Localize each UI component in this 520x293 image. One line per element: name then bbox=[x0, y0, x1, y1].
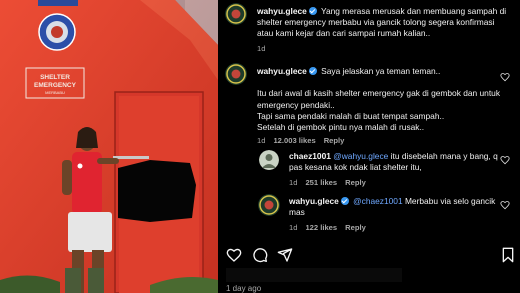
comment-likes[interactable]: 122 likes bbox=[305, 223, 337, 232]
comment-mention[interactable]: @wahyu.glece bbox=[333, 151, 388, 161]
comment-time: 1d bbox=[289, 178, 298, 188]
comment-time: 1d bbox=[257, 136, 266, 146]
comment-body: wahyu.glece Yang merasa merusak dan memb… bbox=[257, 6, 507, 54]
comment-body: chaez1001 @wahyu.glece itu disebelah man… bbox=[289, 151, 501, 189]
comment-username[interactable]: wahyu.glece bbox=[289, 196, 339, 206]
comment-likes[interactable]: 251 likes bbox=[305, 178, 337, 187]
comment-body: wahyu.glece @chaez1001 Merbabu via selo … bbox=[289, 196, 501, 234]
comment-body: wahyu.glece Saya jelaskan ya teman teman… bbox=[257, 66, 507, 146]
avatar[interactable] bbox=[258, 194, 280, 216]
comment-mention[interactable]: @chaez1001 bbox=[353, 196, 402, 206]
avatar-image bbox=[258, 194, 280, 216]
svg-text:EMERGENCY: EMERGENCY bbox=[34, 82, 77, 89]
avatar-image bbox=[259, 150, 279, 170]
comment-meta: 1d 122 likes Reply bbox=[289, 222, 501, 233]
post-action-bar bbox=[226, 247, 516, 263]
verified-badge-icon bbox=[340, 197, 349, 205]
svg-text:MERBABU: MERBABU bbox=[45, 90, 65, 95]
comment-meta: 1d 251 likes Reply bbox=[289, 177, 501, 188]
shelter-photo-illustration: SHELTER EMERGENCY MERBABU bbox=[0, 0, 218, 293]
comment-time: 1d bbox=[289, 223, 298, 233]
comment-time: 1d bbox=[257, 43, 266, 53]
comment-meta: 1d bbox=[257, 43, 507, 54]
avatar-image bbox=[225, 63, 247, 85]
comment-icon[interactable] bbox=[252, 247, 268, 263]
comment-username[interactable]: wahyu.glece bbox=[257, 66, 307, 76]
reply-button[interactable]: Reply bbox=[345, 178, 366, 187]
verified-badge-icon bbox=[308, 67, 317, 75]
post-photo: SHELTER EMERGENCY MERBABU bbox=[0, 0, 218, 293]
heart-icon[interactable] bbox=[226, 247, 242, 263]
reply-button[interactable]: Reply bbox=[345, 223, 366, 232]
heart-icon[interactable] bbox=[500, 200, 510, 210]
avatar[interactable] bbox=[225, 63, 247, 85]
heart-icon[interactable] bbox=[500, 155, 510, 165]
redacted-caption bbox=[226, 268, 402, 282]
avatar[interactable] bbox=[225, 3, 247, 25]
svg-text:SHELTER: SHELTER bbox=[40, 74, 70, 81]
bookmark-icon[interactable] bbox=[500, 247, 516, 263]
avatar[interactable] bbox=[259, 150, 279, 170]
comment-username[interactable]: wahyu.glece bbox=[257, 6, 307, 16]
avatar-image bbox=[225, 3, 247, 25]
redaction-block bbox=[226, 268, 402, 282]
reply-button[interactable]: Reply bbox=[324, 136, 345, 145]
comment-meta: 1d 12.003 likes Reply bbox=[257, 135, 507, 146]
send-icon[interactable] bbox=[277, 247, 293, 263]
verified-badge-icon bbox=[308, 7, 317, 15]
comment-username[interactable]: chaez1001 bbox=[289, 151, 331, 161]
post-date: 1 day ago bbox=[226, 284, 262, 293]
heart-icon[interactable] bbox=[500, 72, 510, 82]
comment-likes[interactable]: 12.003 likes bbox=[273, 136, 315, 145]
